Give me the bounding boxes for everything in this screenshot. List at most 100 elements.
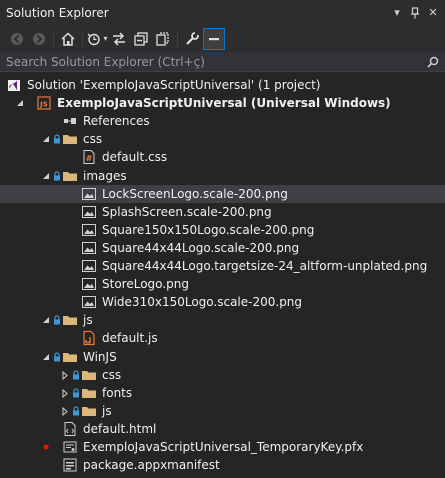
lock-icon	[71, 366, 81, 384]
tree-item[interactable]: fonts	[0, 384, 445, 402]
expander-placeholder	[40, 112, 52, 130]
lock-placeholder	[71, 148, 81, 166]
tree-item[interactable]: ExemploJavaScriptUniversal_TemporaryKey.…	[0, 438, 445, 456]
expander-placeholder	[40, 456, 52, 474]
home-icon[interactable]	[57, 28, 79, 50]
lock-placeholder	[71, 239, 81, 257]
lock-placeholder	[26, 94, 36, 112]
expanded-arrow-icon[interactable]	[40, 167, 52, 185]
tree-item-label: ExemploJavaScriptUniversal_TemporaryKey.…	[83, 440, 364, 454]
tree-item-label: js	[102, 404, 112, 418]
css-file-icon: #	[81, 149, 97, 165]
expanded-arrow-icon[interactable]	[40, 130, 52, 148]
solution-icon	[6, 77, 22, 93]
tree-item[interactable]: package.appxmanifest	[0, 456, 445, 474]
tree-item[interactable]: LockScreenLogo.scale-200.png	[0, 185, 445, 203]
manifest-file-icon	[62, 457, 78, 473]
lock-icon	[52, 311, 62, 329]
collapsed-arrow-icon[interactable]	[59, 366, 71, 384]
expander-placeholder	[59, 275, 71, 293]
tree-item-label: Solution 'ExemploJavaScriptUniversal' (1…	[27, 78, 321, 92]
tree-item[interactable]: css	[0, 130, 445, 148]
tree-item[interactable]: WinJS	[0, 348, 445, 366]
expanded-arrow-icon[interactable]	[14, 94, 26, 112]
toolbar-separator	[82, 30, 83, 47]
expanded-arrow-icon[interactable]	[40, 348, 52, 366]
tree-item-label: default.js	[102, 331, 158, 345]
tree-item[interactable]: References	[0, 112, 445, 130]
folder-icon	[62, 168, 78, 184]
search-box[interactable]: Search Solution Explorer (Ctrl+ç)	[0, 52, 445, 72]
tree-item[interactable]: StoreLogo.png	[0, 275, 445, 293]
tree-item-label: default.css	[102, 150, 168, 164]
folder-icon	[81, 385, 97, 401]
toolbar-separator	[53, 30, 54, 47]
collapsed-arrow-icon[interactable]	[59, 384, 71, 402]
collapsed-arrow-icon[interactable]	[59, 402, 71, 420]
forward-icon[interactable]	[28, 28, 50, 50]
tree-item[interactable]: js	[0, 402, 445, 420]
search-input[interactable]: Search Solution Explorer (Ctrl+ç)	[0, 55, 205, 69]
pending-changes-filter-icon[interactable]: ▾	[86, 28, 108, 50]
tree-item[interactable]: default.js	[0, 329, 445, 347]
collapse-all-icon[interactable]	[130, 28, 152, 50]
folder-icon	[81, 367, 97, 383]
image-file-icon	[81, 186, 97, 202]
preview-selected-items-icon[interactable]	[203, 27, 225, 50]
pin-icon[interactable]	[407, 5, 423, 21]
lock-icon	[71, 402, 81, 420]
expander-placeholder	[59, 185, 71, 203]
lock-placeholder	[52, 438, 62, 456]
image-file-icon	[81, 294, 97, 310]
folder-icon	[62, 131, 78, 147]
tree-item[interactable]: Solution 'ExemploJavaScriptUniversal' (1…	[0, 76, 445, 94]
image-file-icon	[81, 204, 97, 220]
dropdown-icon[interactable]: ▾	[389, 5, 405, 21]
solution-explorer-panel: Solution Explorer ▾ ✕ ▾ Search Solution E…	[0, 0, 445, 478]
references-icon	[62, 113, 78, 129]
html-file-icon	[62, 421, 78, 437]
tree-item-label: ExemploJavaScriptUniversal (Universal Wi…	[57, 96, 391, 110]
show-all-files-icon[interactable]	[152, 28, 174, 50]
expanded-arrow-icon[interactable]	[40, 311, 52, 329]
lock-placeholder	[71, 185, 81, 203]
search-icon[interactable]	[427, 56, 439, 68]
tree-item[interactable]: default.html	[0, 420, 445, 438]
tree-item-label: images	[83, 169, 127, 183]
lock-icon	[52, 167, 62, 185]
dropdown-arrow-icon[interactable]: ▾	[103, 34, 107, 43]
expander-placeholder	[59, 221, 71, 239]
close-icon[interactable]: ✕	[425, 5, 441, 21]
tree-item-label: css	[83, 132, 103, 146]
title-bar: Solution Explorer ▾ ✕	[0, 0, 445, 25]
tree-item-label: LockScreenLogo.scale-200.png	[102, 187, 288, 201]
back-icon[interactable]	[6, 28, 28, 50]
tree-item[interactable]: JS ExemploJavaScriptUniversal (Universal …	[0, 94, 445, 112]
properties-wrench-icon[interactable]	[181, 28, 203, 50]
folder-icon	[81, 403, 97, 419]
tree-item[interactable]: css	[0, 366, 445, 384]
tree-item[interactable]: # default.css	[0, 148, 445, 166]
sync-with-document-icon[interactable]	[108, 28, 130, 50]
status-dot-icon	[40, 438, 52, 456]
tree-item[interactable]: Square44x44Logo.scale-200.png	[0, 239, 445, 257]
tree-item[interactable]: Square150x150Logo.scale-200.png	[0, 221, 445, 239]
tree-item-label: js	[83, 313, 93, 327]
certificate-file-icon	[62, 439, 78, 455]
title-controls: ▾ ✕	[389, 5, 445, 21]
tree-item-label: StoreLogo.png	[102, 277, 189, 291]
expander-placeholder	[59, 257, 71, 275]
lock-placeholder	[71, 221, 81, 239]
folder-icon	[62, 312, 78, 328]
lock-placeholder	[71, 275, 81, 293]
tree-item[interactable]: images	[0, 167, 445, 185]
tree-item[interactable]: Wide310x150Logo.scale-200.png	[0, 293, 445, 311]
tree-item-label: package.appxmanifest	[83, 458, 220, 472]
toolbar: ▾	[0, 25, 445, 52]
tree-item-label: SplashScreen.scale-200.png	[102, 205, 272, 219]
tree-item[interactable]: SplashScreen.scale-200.png	[0, 203, 445, 221]
folder-icon	[62, 349, 78, 365]
tree-item[interactable]: Square44x44Logo.targetsize-24_altform-un…	[0, 257, 445, 275]
expander-placeholder	[59, 329, 71, 347]
tree-item[interactable]: js	[0, 311, 445, 329]
